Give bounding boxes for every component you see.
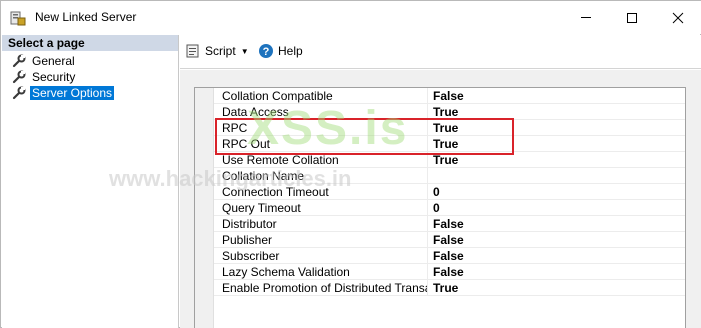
option-row-query-timeout[interactable]: Query Timeout 0 <box>214 199 685 216</box>
maximize-button[interactable] <box>609 1 655 34</box>
option-value[interactable]: False <box>428 88 464 104</box>
option-value[interactable]: True <box>428 280 458 296</box>
help-button[interactable]: ? Help <box>258 43 303 59</box>
nav-item-label: Server Options <box>30 86 115 100</box>
server-options-grid: Collation Compatible False Data Access T… <box>194 87 686 328</box>
script-button[interactable]: Script ▼ <box>185 43 249 59</box>
option-name: Query Timeout <box>214 199 428 216</box>
script-label: Script <box>205 44 236 58</box>
option-value[interactable]: False <box>428 216 464 232</box>
help-icon: ? <box>259 44 273 58</box>
option-name: Enable Promotion of Distributed Transact… <box>214 279 428 296</box>
window-title: New Linked Server <box>35 10 137 24</box>
nav-item-label: General <box>32 54 75 68</box>
option-name: Lazy Schema Validation <box>214 263 428 280</box>
option-name: RPC Out <box>214 135 428 152</box>
option-row-rpc[interactable]: RPC True <box>214 119 685 136</box>
options-content-area: Collation Compatible False Data Access T… <box>180 70 701 328</box>
server-options-pane: Script ▼ ? Help Collation Compatible Fal… <box>180 35 701 328</box>
option-name: Collation Name <box>214 167 428 184</box>
option-row-data-access[interactable]: Data Access True <box>214 103 685 120</box>
option-row-distributor[interactable]: Distributor False <box>214 215 685 232</box>
help-label: Help <box>278 44 303 58</box>
option-name: Publisher <box>214 231 428 248</box>
svg-text:?: ? <box>263 46 270 58</box>
option-value[interactable]: 0 <box>428 184 440 200</box>
option-value[interactable]: True <box>428 104 458 120</box>
option-row-publisher[interactable]: Publisher False <box>214 231 685 248</box>
app-icon <box>10 11 26 26</box>
title-bar[interactable]: New Linked Server <box>1 1 701 34</box>
option-row-collation-compatible[interactable]: Collation Compatible False <box>214 87 685 104</box>
nav-item-server-options[interactable]: Server Options <box>12 85 115 101</box>
grid-gutter <box>195 88 214 328</box>
minimize-icon <box>581 17 591 18</box>
option-value[interactable]: True <box>428 152 458 168</box>
option-value[interactable]: False <box>428 248 464 264</box>
select-page-header: Select a page <box>2 35 178 51</box>
nav-item-general[interactable]: General <box>12 53 77 69</box>
nav-item-label: Security <box>32 70 76 84</box>
script-icon <box>186 44 199 58</box>
option-row-subscriber[interactable]: Subscriber False <box>214 247 685 264</box>
option-row-connection-timeout[interactable]: Connection Timeout 0 <box>214 183 685 200</box>
option-value[interactable]: True <box>428 120 458 136</box>
close-icon <box>672 12 684 23</box>
nav-item-security[interactable]: Security <box>12 69 77 85</box>
maximize-icon <box>627 12 637 23</box>
option-value[interactable]: False <box>428 264 464 280</box>
option-name: Data Access <box>214 103 428 120</box>
option-row-use-remote-collation[interactable]: Use Remote Collation True <box>214 151 685 168</box>
option-value[interactable]: False <box>428 232 464 248</box>
option-name: Collation Compatible <box>214 87 428 104</box>
wrench-icon <box>12 70 26 84</box>
option-row-lazy-schema-validation[interactable]: Lazy Schema Validation False <box>214 263 685 280</box>
minimize-button[interactable] <box>563 1 609 34</box>
option-name: Connection Timeout <box>214 183 428 200</box>
toolbar: Script ▼ ? Help <box>180 35 701 69</box>
chevron-down-icon[interactable]: ▼ <box>241 47 249 56</box>
option-name: Subscriber <box>214 247 428 264</box>
wrench-icon <box>12 86 26 100</box>
new-linked-server-dialog: New Linked Server Select a page General <box>0 0 701 328</box>
option-value[interactable]: True <box>428 136 458 152</box>
option-row-collation-name[interactable]: Collation Name <box>214 167 685 184</box>
option-name: RPC <box>214 119 428 136</box>
option-name: Use Remote Collation <box>214 151 428 168</box>
option-row-enable-promotion[interactable]: Enable Promotion of Distributed Transact… <box>214 279 685 296</box>
close-button[interactable] <box>655 1 701 34</box>
wrench-icon <box>12 54 26 68</box>
option-row-rpc-out[interactable]: RPC Out True <box>214 135 685 152</box>
option-name: Distributor <box>214 215 428 232</box>
select-page-pane: Select a page General Security Server Op… <box>2 35 179 328</box>
option-value[interactable]: 0 <box>428 200 440 216</box>
